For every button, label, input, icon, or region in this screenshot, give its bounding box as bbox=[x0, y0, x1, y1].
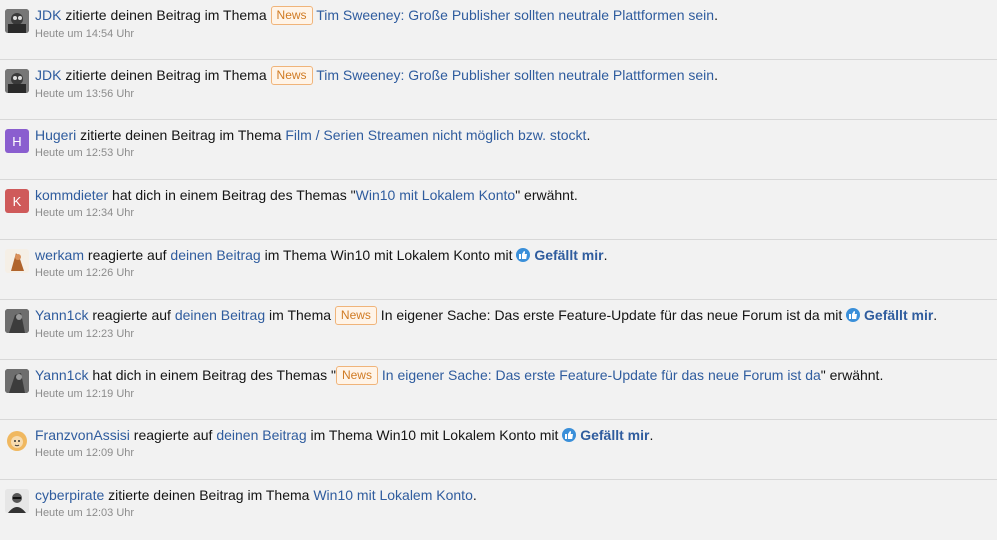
thread-link[interactable]: In eigener Sache: Das erste Feature-Upda… bbox=[382, 367, 821, 383]
notification-item[interactable]: JDK zitierte deinen Beitrag im Thema New… bbox=[0, 0, 997, 60]
notification-item[interactable]: FranzvonAssisi reagierte auf deinen Beit… bbox=[0, 420, 997, 480]
photo-avatar-icon bbox=[5, 309, 29, 333]
news-badge: News bbox=[270, 6, 313, 25]
timestamp: Heute um 12:09 Uhr bbox=[35, 447, 135, 459]
thread-link[interactable]: Tim Sweeney: Große Publisher sollten neu… bbox=[316, 7, 714, 23]
end-text: . bbox=[933, 307, 938, 323]
action-text: zitierte deinen Beitrag im Thema bbox=[76, 127, 286, 143]
action-text: reagierte auf bbox=[129, 427, 217, 443]
action-text: zitierte deinen Beitrag im Thema bbox=[61, 67, 271, 83]
user-link[interactable]: kommdieter bbox=[35, 187, 108, 203]
user-avatar[interactable]: H bbox=[5, 129, 29, 153]
photo-avatar-icon bbox=[5, 489, 29, 513]
timestamp: Heute um 12:34 Uhr bbox=[35, 207, 135, 219]
news-badge: News bbox=[270, 66, 313, 85]
middle-text-2: In eigener Sache: Das erste Feature-Upda… bbox=[376, 307, 847, 323]
end-text: . bbox=[472, 487, 477, 503]
user-link[interactable]: werkam bbox=[35, 247, 84, 263]
thumbs-up-icon bbox=[562, 428, 577, 442]
thread-link[interactable]: Film / Serien Streamen nicht möglich bzw… bbox=[285, 127, 586, 143]
action-text: hat dich in einem Beitrag des Themas " bbox=[108, 187, 356, 203]
like-reaction: Gefällt mir bbox=[864, 307, 934, 323]
middle-text: im Thema bbox=[265, 307, 335, 323]
user-link[interactable]: Yann1ck bbox=[35, 307, 88, 323]
user-link[interactable]: cyberpirate bbox=[35, 487, 104, 503]
end-text: . bbox=[714, 67, 718, 83]
action-text: zitierte deinen Beitrag im Thema bbox=[61, 7, 271, 23]
notification-item[interactable]: K kommdieter hat dich in einem Beitrag d… bbox=[0, 180, 997, 240]
action-text: hat dich in einem Beitrag des Themas " bbox=[88, 367, 336, 383]
end-text: . bbox=[603, 247, 608, 263]
photo-avatar-icon bbox=[7, 431, 27, 451]
photo-avatar-icon bbox=[5, 369, 29, 393]
user-link[interactable]: FranzvonAssisi bbox=[35, 427, 130, 443]
notification-item[interactable]: Yann1ck reagierte auf deinen Beitrag im … bbox=[0, 300, 997, 360]
notification-item[interactable]: Yann1ck hat dich in einem Beitrag des Th… bbox=[0, 360, 997, 420]
action-text: zitierte deinen Beitrag im Thema bbox=[104, 487, 314, 503]
avatar-letter: K bbox=[12, 193, 22, 209]
user-link[interactable]: Yann1ck bbox=[35, 367, 88, 383]
photo-avatar-icon bbox=[5, 9, 29, 33]
notification-item[interactable]: H Hugeri zitierte deinen Beitrag im Them… bbox=[0, 120, 997, 180]
timestamp: Heute um 12:19 Uhr bbox=[35, 388, 135, 400]
end-text: " erwähnt. bbox=[515, 187, 578, 203]
notification-list: JDK zitierte deinen Beitrag im Thema New… bbox=[0, 0, 997, 540]
timestamp: Heute um 13:56 Uhr bbox=[35, 88, 135, 100]
user-avatar[interactable]: K bbox=[5, 189, 29, 213]
user-avatar[interactable] bbox=[5, 309, 29, 333]
middle-text: im Thema Win10 mit Lokalem Konto mit bbox=[260, 247, 517, 263]
user-avatar[interactable] bbox=[5, 249, 29, 273]
post-link[interactable]: deinen Beitrag bbox=[216, 427, 306, 443]
avatar-letter: H bbox=[12, 133, 22, 149]
thumbs-up-icon bbox=[516, 248, 531, 262]
action-text: reagierte auf bbox=[88, 307, 175, 323]
user-avatar[interactable] bbox=[5, 9, 29, 33]
user-link[interactable]: JDK bbox=[35, 67, 61, 83]
thumbs-up-icon bbox=[846, 308, 861, 322]
user-avatar[interactable] bbox=[5, 489, 29, 513]
thread-link[interactable]: Tim Sweeney: Große Publisher sollten neu… bbox=[316, 67, 714, 83]
action-text: reagierte auf bbox=[84, 247, 171, 263]
user-avatar[interactable] bbox=[5, 429, 29, 453]
like-reaction: Gefällt mir bbox=[534, 247, 604, 263]
user-avatar[interactable] bbox=[5, 369, 29, 393]
user-link[interactable]: JDK bbox=[35, 7, 61, 23]
end-text: . bbox=[649, 427, 654, 443]
timestamp: Heute um 12:03 Uhr bbox=[35, 507, 135, 519]
photo-avatar-icon bbox=[5, 69, 29, 93]
user-link[interactable]: Hugeri bbox=[35, 127, 76, 143]
thread-link[interactable]: Win10 mit Lokalem Konto bbox=[356, 187, 516, 203]
user-avatar[interactable] bbox=[5, 69, 29, 93]
timestamp: Heute um 12:53 Uhr bbox=[35, 147, 135, 159]
middle-text: im Thema Win10 mit Lokalem Konto mit bbox=[306, 427, 563, 443]
timestamp: Heute um 12:26 Uhr bbox=[35, 267, 135, 279]
thread-link[interactable]: Win10 mit Lokalem Konto bbox=[313, 487, 473, 503]
photo-avatar-icon bbox=[5, 249, 29, 273]
post-link[interactable]: deinen Beitrag bbox=[175, 307, 265, 323]
end-text: . bbox=[586, 127, 591, 143]
news-badge: News bbox=[335, 366, 378, 385]
timestamp: Heute um 14:54 Uhr bbox=[35, 28, 135, 40]
news-badge: News bbox=[334, 306, 377, 325]
end-text: " erwähnt. bbox=[820, 367, 884, 383]
timestamp: Heute um 12:23 Uhr bbox=[35, 328, 135, 340]
end-text: . bbox=[714, 7, 718, 23]
like-reaction: Gefällt mir bbox=[580, 427, 650, 443]
notification-item[interactable]: JDK zitierte deinen Beitrag im Thema New… bbox=[0, 60, 997, 120]
post-link[interactable]: deinen Beitrag bbox=[170, 247, 260, 263]
notification-item[interactable]: werkam reagierte auf deinen Beitrag im T… bbox=[0, 240, 997, 300]
notification-item[interactable]: cyberpirate zitierte deinen Beitrag im T… bbox=[0, 480, 997, 540]
